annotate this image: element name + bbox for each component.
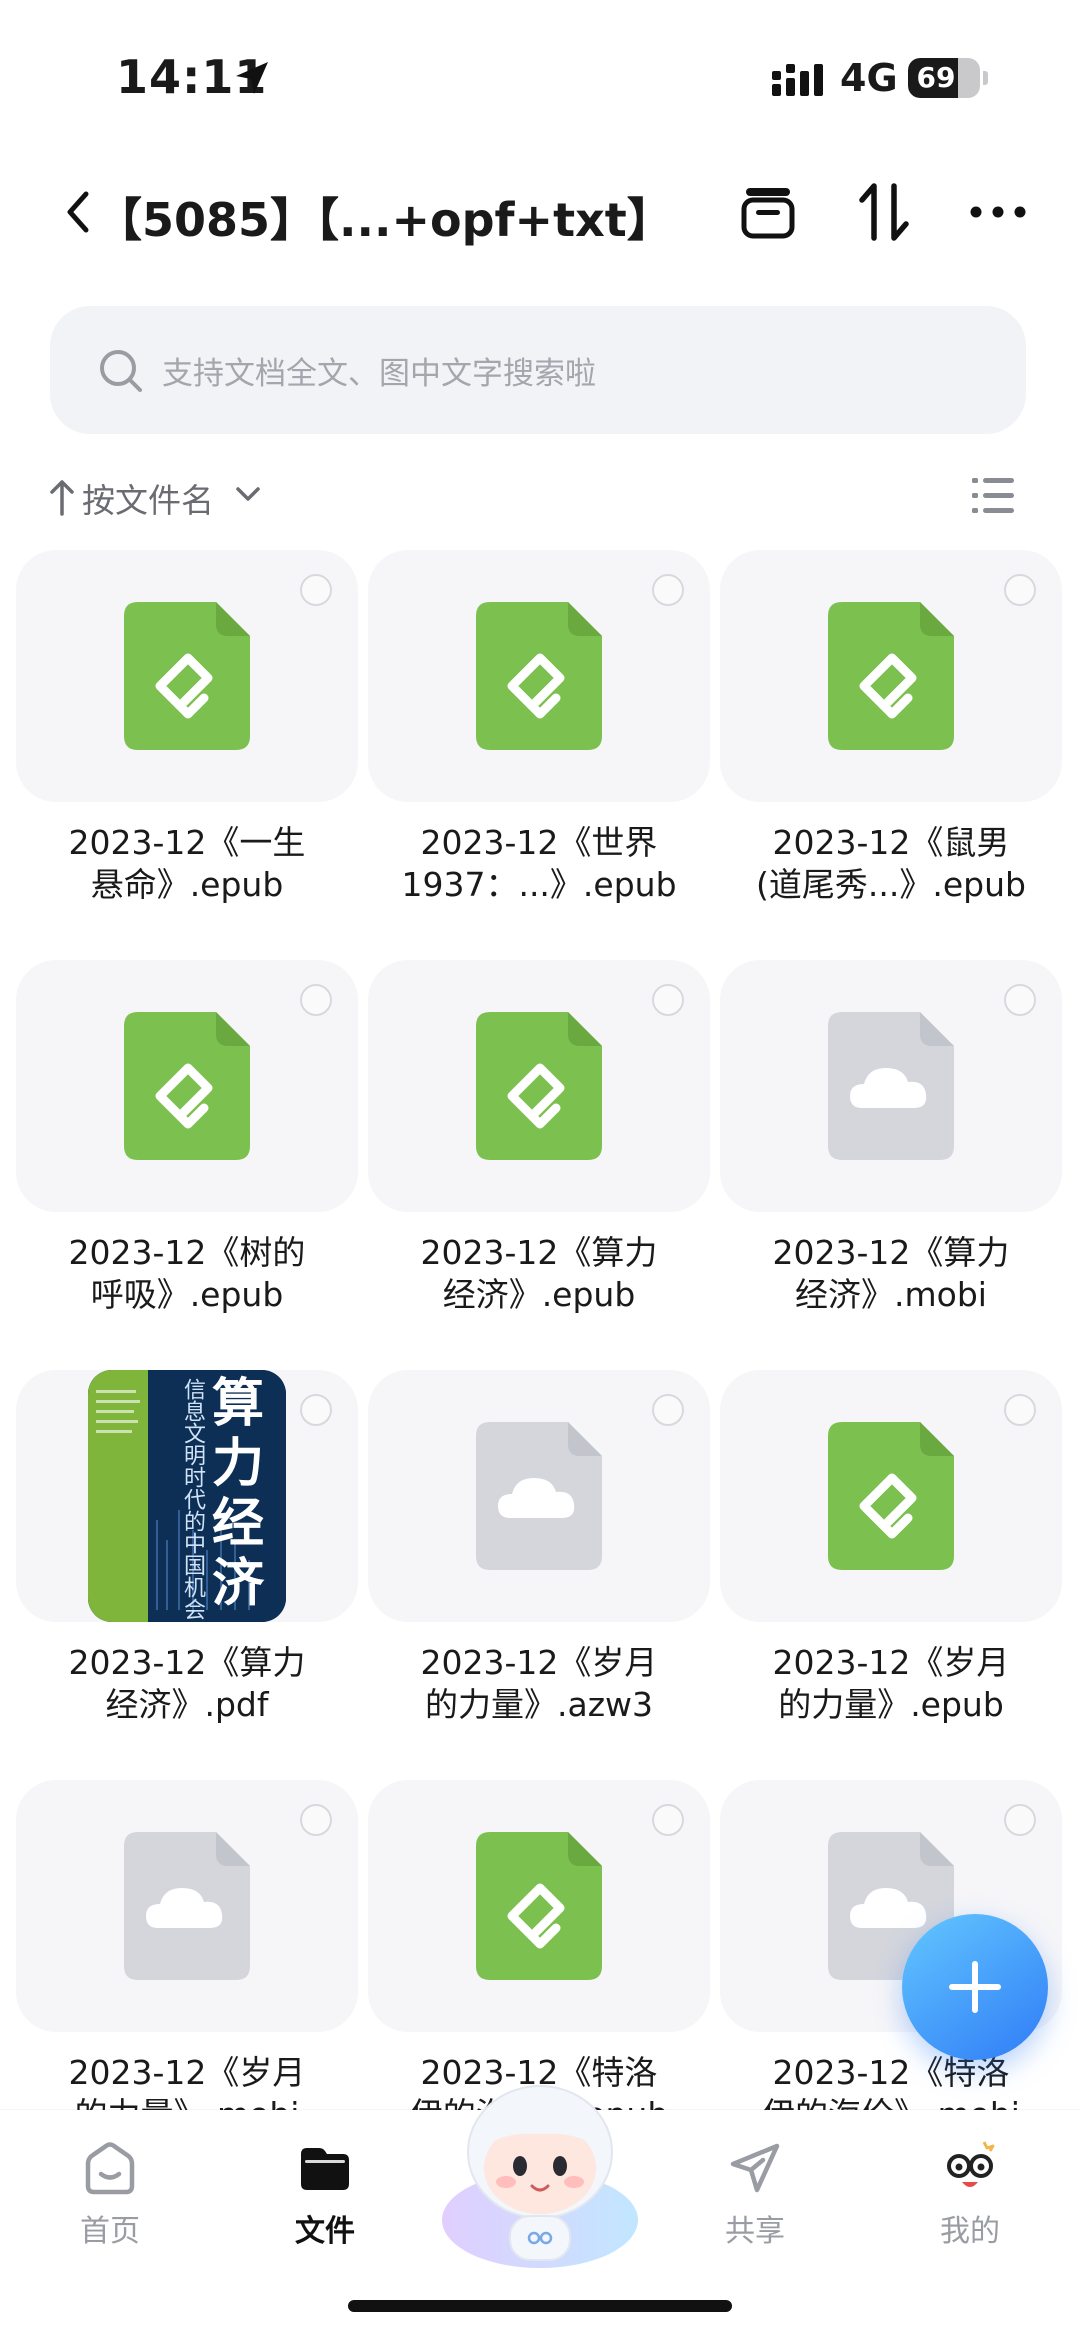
battery-level: 69 [916, 61, 956, 94]
select-checkbox[interactable] [1004, 1804, 1036, 1836]
file-item[interactable]: 2023-12《岁月 的力量》.epub [720, 1370, 1062, 1770]
sort-by-name-button[interactable]: 按文件名 [82, 474, 214, 522]
file-thumbnail[interactable] [16, 960, 358, 1212]
file-item[interactable]: 2023-12《特洛伊的海伦》.epub [368, 1780, 710, 2110]
file-name: 2023-12《岁月的力量》.mobi [68, 2053, 306, 2110]
battery-icon: 69 [908, 58, 980, 98]
file-item[interactable]: 2023-12《世界 1937：...》.epub [368, 550, 710, 950]
battery-nub [983, 71, 988, 85]
tab-files[interactable]: 文件 [250, 2124, 400, 2274]
book-cover-title: 算力经济 [211, 1374, 264, 1614]
home-icon [85, 2142, 135, 2195]
search-placeholder: 支持文档全文、图中文字搜索啦 [162, 356, 596, 392]
file-name: 2023-12《树的 呼吸》.epub [68, 1233, 306, 1314]
file-name: 2023-12《算力 经济》.pdf [68, 1643, 306, 1724]
file-thumbnail[interactable] [368, 1370, 710, 1622]
cloud-file-icon [828, 1012, 954, 1160]
header: 【5085】【...+opf+txt】 [0, 160, 1080, 270]
tab-home[interactable]: 首页 [35, 2124, 185, 2274]
select-checkbox[interactable] [300, 984, 332, 1016]
file-thumbnail[interactable] [368, 1780, 710, 2032]
cloud-file-icon [124, 1832, 250, 1980]
status-bar: 14:11 4G 69 [0, 0, 1080, 150]
select-checkbox[interactable] [652, 574, 684, 606]
file-thumbnail[interactable]: 算力经济 信息文明时代的中国机会 [16, 1370, 358, 1622]
select-checkbox[interactable] [1004, 984, 1036, 1016]
file-name: 2023-12《世界 1937：...》.epub [401, 823, 677, 904]
file-thumbnail[interactable] [720, 960, 1062, 1212]
add-file-button[interactable] [902, 1914, 1048, 2060]
file-thumbnail[interactable] [368, 960, 710, 1212]
epub-file-icon [828, 1422, 954, 1570]
tab-home-label: 首页 [80, 2214, 140, 2249]
chevron-down-icon[interactable] [234, 484, 262, 504]
tab-share[interactable]: 共享 [680, 2124, 830, 2274]
search-icon [100, 350, 142, 392]
file-thumbnail[interactable] [368, 550, 710, 802]
archive-icon[interactable] [732, 176, 804, 248]
share-icon [730, 2143, 780, 2193]
cloud-file-icon [476, 1422, 602, 1570]
file-item[interactable]: 2023-12《树的 呼吸》.epub [16, 960, 358, 1360]
file-name: 2023-12《特洛伊的海伦》.mobi [762, 2053, 1020, 2110]
select-checkbox[interactable] [1004, 574, 1036, 606]
network-type: 4G [840, 56, 898, 100]
assistant-icon [442, 2085, 638, 2268]
file-thumbnail[interactable] [720, 550, 1062, 802]
location-arrow-icon [236, 62, 268, 94]
tab-profile-label: 我的 [940, 2214, 1000, 2249]
arrow-up-icon[interactable] [48, 478, 76, 516]
epub-file-icon [476, 1832, 602, 1980]
tab-share-label: 共享 [725, 2214, 785, 2249]
file-name: 2023-12《鼠男 (道尾秀...》.epub [756, 823, 1026, 904]
file-thumbnail[interactable] [16, 550, 358, 802]
file-name: 2023-12《岁月 的力量》.azw3 [420, 1643, 658, 1724]
search-input[interactable]: 支持文档全文、图中文字搜索啦 [50, 306, 1026, 434]
epub-file-icon [124, 1012, 250, 1160]
tab-profile[interactable]: 我的 [895, 2124, 1045, 2274]
file-item[interactable]: 2023-12《岁月的力量》.mobi [16, 1780, 358, 2110]
folder-icon [301, 2148, 349, 2190]
tab-files-label: 文件 [295, 2214, 355, 2249]
more-icon[interactable] [962, 176, 1034, 248]
select-checkbox[interactable] [1004, 1394, 1036, 1426]
folder-title: 【5085】【...+opf+txt】 [96, 193, 673, 247]
epub-file-icon [828, 602, 954, 750]
signal-icon [772, 64, 823, 96]
file-item[interactable]: 2023-12《岁月 的力量》.azw3 [368, 1370, 710, 1770]
file-thumbnail[interactable] [720, 1370, 1062, 1622]
select-checkbox[interactable] [652, 1804, 684, 1836]
select-checkbox[interactable] [652, 1394, 684, 1426]
epub-file-icon [476, 1012, 602, 1160]
file-item[interactable]: 2023-12《一生 悬命》.epub [16, 550, 358, 950]
assistant-button[interactable] [440, 2070, 640, 2270]
select-checkbox[interactable] [652, 984, 684, 1016]
epub-file-icon [124, 602, 250, 750]
file-name: 2023-12《一生 悬命》.epub [68, 823, 306, 904]
file-item[interactable]: 算力经济 信息文明时代的中国机会 2023-12《算力 经济》.pdf [16, 1370, 358, 1770]
epub-file-icon [476, 602, 602, 750]
file-item[interactable]: 2023-12《算力 经济》.mobi [720, 960, 1062, 1360]
book-cover-image: 算力经济 信息文明时代的中国机会 [88, 1370, 286, 1622]
file-thumbnail[interactable] [16, 1780, 358, 2032]
plus-icon [949, 1961, 1001, 2013]
sort-arrows-icon[interactable] [848, 176, 920, 248]
select-checkbox[interactable] [300, 1804, 332, 1836]
file-item[interactable]: 2023-12《鼠男 (道尾秀...》.epub [720, 550, 1062, 950]
profile-icon [947, 2141, 995, 2187]
file-grid: 2023-12《一生 悬命》.epub 2023-12《世界 1937：...》.ep… [16, 550, 1064, 2110]
select-checkbox[interactable] [300, 1394, 332, 1426]
select-checkbox[interactable] [300, 574, 332, 606]
book-cover-subtitle: 信息文明时代的中国机会 [180, 1378, 205, 1620]
file-name: 2023-12《算力 经济》.epub [420, 1233, 658, 1314]
sort-row: 按文件名 [0, 464, 1080, 528]
list-view-icon[interactable] [970, 474, 1016, 518]
home-indicator [348, 2300, 732, 2312]
file-name: 2023-12《岁月 的力量》.epub [772, 1643, 1010, 1724]
file-name: 2023-12《算力 经济》.mobi [772, 1233, 1010, 1314]
file-item[interactable]: 2023-12《算力 经济》.epub [368, 960, 710, 1360]
chevron-left-icon[interactable] [58, 182, 98, 242]
